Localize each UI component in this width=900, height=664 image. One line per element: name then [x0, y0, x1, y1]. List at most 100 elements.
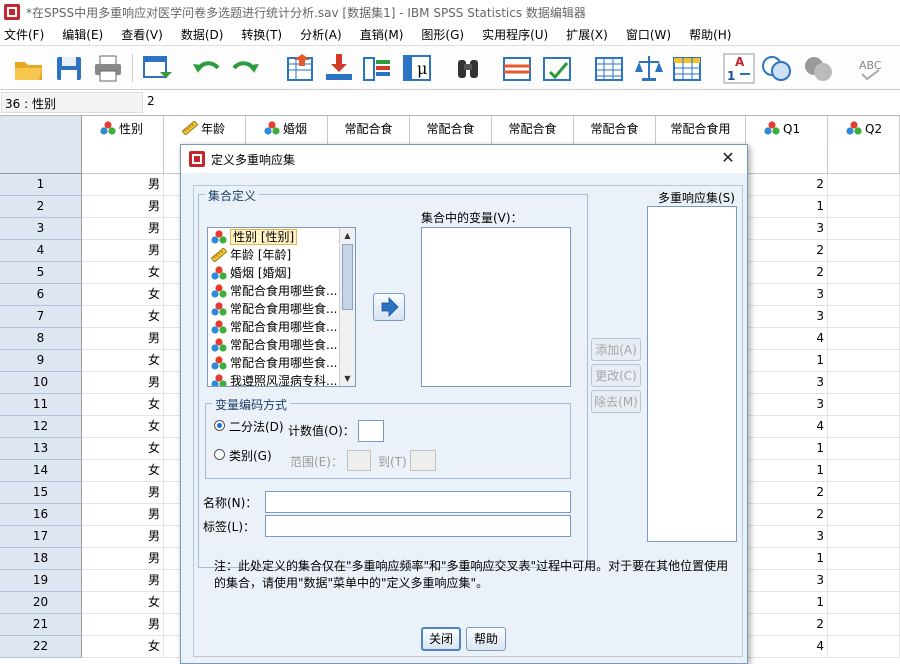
- table-cell[interactable]: 4: [746, 328, 828, 350]
- variables-in-set-list[interactable]: [421, 227, 571, 387]
- spell-check-icon[interactable]: ABC: [856, 52, 890, 84]
- table-cell[interactable]: [828, 218, 900, 240]
- row-number[interactable]: 3: [0, 218, 82, 240]
- select-cases-icon[interactable]: [670, 52, 704, 84]
- insert-cases-icon[interactable]: [500, 52, 534, 84]
- table-cell[interactable]: 4: [746, 636, 828, 658]
- source-variable-list[interactable]: 性别 [性别] 年龄 [年龄] 婚烟 [婚烟] 常配合食用哪些食... 常配合食用哪些食…: [207, 227, 356, 387]
- row-number[interactable]: 2: [0, 196, 82, 218]
- scroll-down-icon[interactable]: ▼: [342, 373, 353, 384]
- row-number[interactable]: 22: [0, 636, 82, 658]
- table-cell[interactable]: 3: [746, 570, 828, 592]
- close-button[interactable]: 关闭: [421, 627, 461, 651]
- table-cell[interactable]: [828, 526, 900, 548]
- run-descriptives-icon[interactable]: μ: [400, 52, 434, 84]
- row-number[interactable]: 21: [0, 614, 82, 636]
- table-cell[interactable]: [828, 240, 900, 262]
- mr-sets-list[interactable]: [647, 206, 737, 542]
- table-cell[interactable]: 女: [82, 262, 164, 284]
- table-cell[interactable]: [828, 394, 900, 416]
- menu-direct-marketing[interactable]: 直销(M): [360, 26, 404, 43]
- move-to-set-button[interactable]: [373, 293, 405, 321]
- table-cell[interactable]: 2: [746, 504, 828, 526]
- find-icon[interactable]: [452, 52, 486, 84]
- range-from-input[interactable]: [347, 450, 371, 471]
- table-cell[interactable]: [828, 174, 900, 196]
- table-cell[interactable]: [828, 548, 900, 570]
- menu-analyze[interactable]: 分析(A): [300, 26, 342, 43]
- row-number[interactable]: 12: [0, 416, 82, 438]
- source-list-scrollbar[interactable]: ▲ ▼: [339, 228, 355, 386]
- list-item[interactable]: 年龄 [年龄]: [208, 246, 355, 264]
- list-item[interactable]: 我遵照风湿病专科...: [208, 372, 355, 386]
- table-cell[interactable]: 男: [82, 570, 164, 592]
- set-name-input[interactable]: [265, 491, 571, 513]
- scroll-up-icon[interactable]: ▲: [342, 230, 353, 241]
- table-cell[interactable]: 1: [746, 548, 828, 570]
- menu-graphs[interactable]: 图形(G): [421, 26, 464, 43]
- table-cell[interactable]: 男: [82, 174, 164, 196]
- row-number[interactable]: 7: [0, 306, 82, 328]
- table-cell[interactable]: 女: [82, 636, 164, 658]
- table-cell[interactable]: 3: [746, 306, 828, 328]
- category-radio[interactable]: [214, 449, 225, 460]
- list-item[interactable]: 常配合食用哪些食...: [208, 300, 355, 318]
- use-sets-icon[interactable]: [760, 52, 794, 84]
- table-cell[interactable]: [828, 614, 900, 636]
- column-header[interactable]: Q1: [746, 116, 828, 174]
- table-cell[interactable]: [828, 284, 900, 306]
- undo-icon[interactable]: [190, 52, 224, 84]
- table-cell[interactable]: [828, 460, 900, 482]
- row-number[interactable]: 5: [0, 262, 82, 284]
- menu-file[interactable]: 文件(F): [4, 26, 44, 43]
- menu-help[interactable]: 帮助(H): [689, 26, 731, 43]
- menu-extensions[interactable]: 扩展(X): [566, 26, 608, 43]
- table-cell[interactable]: 2: [746, 482, 828, 504]
- table-cell[interactable]: [828, 328, 900, 350]
- row-number[interactable]: 10: [0, 372, 82, 394]
- table-cell[interactable]: 男: [82, 526, 164, 548]
- table-cell[interactable]: 男: [82, 482, 164, 504]
- table-cell[interactable]: [828, 196, 900, 218]
- table-cell[interactable]: 女: [82, 350, 164, 372]
- table-cell[interactable]: 女: [82, 306, 164, 328]
- redo-icon[interactable]: [228, 52, 262, 84]
- save-icon[interactable]: [52, 52, 86, 84]
- table-cell[interactable]: 1: [746, 350, 828, 372]
- table-cell[interactable]: 女: [82, 438, 164, 460]
- print-icon[interactable]: [91, 52, 125, 84]
- table-cell[interactable]: [828, 504, 900, 526]
- table-cell[interactable]: [828, 306, 900, 328]
- insert-variable-icon[interactable]: [540, 52, 574, 84]
- list-item[interactable]: 婚烟 [婚烟]: [208, 264, 355, 282]
- column-header[interactable]: Q2: [828, 116, 900, 174]
- scroll-thumb[interactable]: [342, 244, 353, 310]
- row-number[interactable]: 14: [0, 460, 82, 482]
- list-item[interactable]: 常配合食用哪些食...: [208, 318, 355, 336]
- help-button[interactable]: 帮助: [466, 627, 506, 651]
- table-cell[interactable]: [828, 262, 900, 284]
- table-cell[interactable]: 4: [746, 416, 828, 438]
- table-cell[interactable]: 3: [746, 526, 828, 548]
- row-number[interactable]: 19: [0, 570, 82, 592]
- split-file-icon[interactable]: [592, 52, 626, 84]
- cell-value-input[interactable]: 2: [147, 94, 155, 108]
- table-cell[interactable]: [828, 482, 900, 504]
- table-cell[interactable]: 3: [746, 372, 828, 394]
- weight-cases-icon[interactable]: [632, 52, 666, 84]
- table-cell[interactable]: 2: [746, 614, 828, 636]
- table-cell[interactable]: 3: [746, 284, 828, 306]
- dialog-close-icon[interactable]: ✕: [719, 149, 737, 167]
- set-label-input[interactable]: [265, 515, 571, 537]
- table-cell[interactable]: 2: [746, 240, 828, 262]
- dichotomy-radio[interactable]: [214, 420, 225, 431]
- table-cell[interactable]: 男: [82, 196, 164, 218]
- row-number[interactable]: 11: [0, 394, 82, 416]
- table-cell[interactable]: [828, 636, 900, 658]
- list-item[interactable]: 性别 [性别]: [208, 228, 355, 246]
- row-number[interactable]: 13: [0, 438, 82, 460]
- table-cell[interactable]: 2: [746, 262, 828, 284]
- table-cell[interactable]: 3: [746, 218, 828, 240]
- menu-window[interactable]: 窗口(W): [626, 26, 671, 43]
- table-cell[interactable]: 1: [746, 438, 828, 460]
